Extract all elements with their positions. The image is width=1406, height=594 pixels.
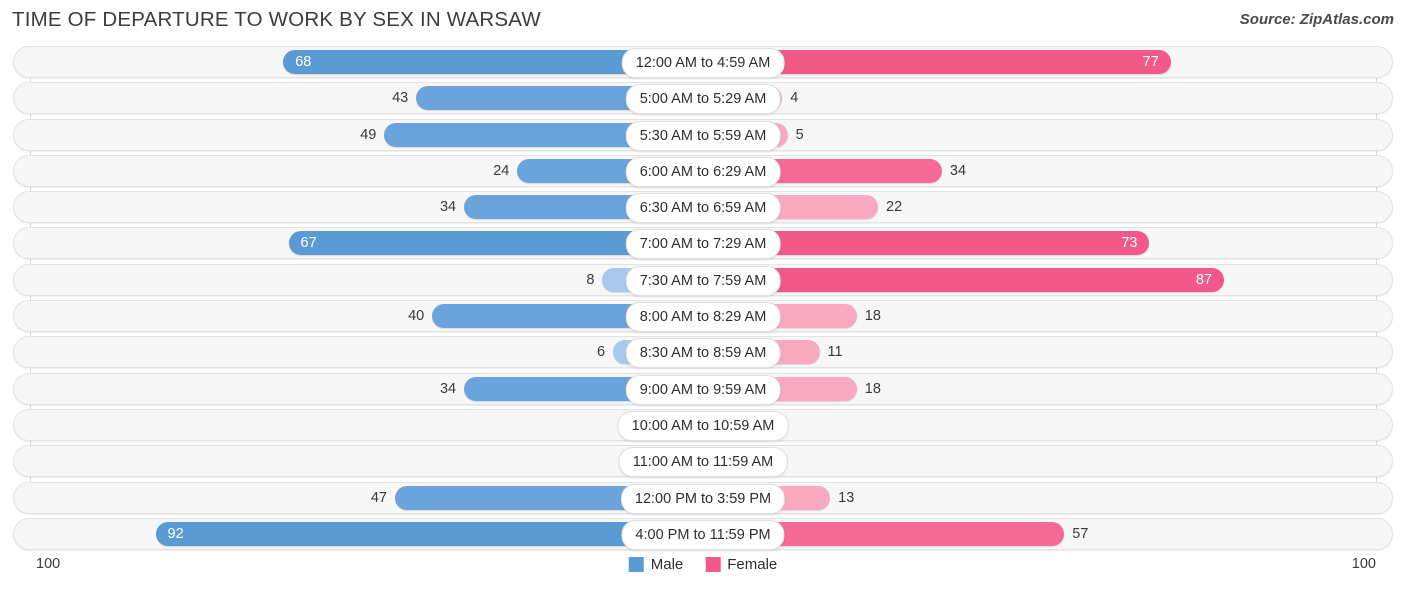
bar-value-male: 24 xyxy=(493,162,510,179)
bar-value-male: 6 xyxy=(597,344,606,361)
legend-swatch-male-icon xyxy=(628,557,644,572)
bar-value-male: 68 xyxy=(295,54,312,70)
bar-value-male: 34 xyxy=(439,199,457,216)
bar-row: 47 13 12:00 PM to 3:59 PM xyxy=(0,481,1406,514)
bar-value-female: 13 xyxy=(838,489,855,506)
axis-max-left: 100 xyxy=(36,556,61,572)
row-category-label: 9:00 AM to 9:59 AM xyxy=(625,374,781,405)
row-category-label: 7:00 AM to 7:29 AM xyxy=(625,229,781,260)
bar-value-female: 18 xyxy=(864,380,881,397)
bar-value-male: 8 xyxy=(586,271,595,288)
bar-row: 6 11 8:30 AM to 8:59 AM xyxy=(0,336,1406,369)
axis-max-right: 100 xyxy=(1351,556,1376,572)
bar-row: 92 57 4:00 PM to 11:59 PM xyxy=(0,517,1406,550)
chart-header: TIME OF DEPARTURE TO WORK BY SEX IN WARS… xyxy=(0,0,1406,42)
bar-value-male: 92 xyxy=(167,525,184,542)
page-title: TIME OF DEPARTURE TO WORK BY SEX IN WARS… xyxy=(12,8,541,31)
chart-legend: Male Female xyxy=(628,556,777,573)
bar-row: 68 77 12:00 AM to 4:59 AM xyxy=(0,46,1406,78)
bar-value-female: 73 xyxy=(1121,235,1138,252)
bar-value-male: 49 xyxy=(360,126,377,143)
bar-value-male: 40 xyxy=(408,308,425,325)
row-category-label: 5:30 AM to 5:59 AM xyxy=(625,120,781,151)
row-category-label: 10:00 AM to 10:59 AM xyxy=(617,410,789,441)
source-attribution: Source: ZipAtlas.com xyxy=(1239,11,1394,28)
bar-value-female: 18 xyxy=(864,308,881,325)
bar-row: 34 22 6:30 AM to 6:59 AM xyxy=(0,191,1406,224)
bar-value-female: 11 xyxy=(827,344,843,361)
row-category-label: 5:00 AM to 5:29 AM xyxy=(625,84,781,115)
bar-value-male: 67 xyxy=(300,235,317,252)
legend-label-female: Female xyxy=(727,556,778,573)
bar-value-female: 5 xyxy=(795,126,804,143)
bar-row: 67 73 7:00 AM to 7:29 AM xyxy=(0,227,1406,260)
bar-value-female: 87 xyxy=(1195,271,1212,288)
bar-rows: 68 77 12:00 AM to 4:59 AM 43 4 5:00 AM to 5:2… xyxy=(0,46,1406,554)
bar-row: 40 18 8:00 AM to 8:29 AM xyxy=(0,300,1406,333)
bar-row: 49 5 5:30 AM to 5:59 AM xyxy=(0,118,1406,151)
row-category-label: 4:00 PM to 11:59 PM xyxy=(621,519,785,550)
bar-value-female: 57 xyxy=(1072,525,1089,542)
bar-row: 0110:00 AM to 10:59 AM xyxy=(0,408,1406,441)
legend-swatch-female-icon xyxy=(705,557,721,572)
bar-value-female: 34 xyxy=(949,162,967,179)
row-category-label: 8:30 AM to 8:59 AM xyxy=(625,338,781,369)
bar-value-female: 77 xyxy=(1142,54,1159,70)
row-category-label: 6:00 AM to 6:29 AM xyxy=(625,156,781,187)
chart-plot-area: 68 77 12:00 AM to 4:59 AM 43 4 5:00 AM to 5:2… xyxy=(0,46,1406,550)
chart-footer: 100 100 Male Female xyxy=(0,556,1406,586)
row-category-label: 6:30 AM to 6:59 AM xyxy=(625,193,781,224)
bar-value-male: 43 xyxy=(392,90,409,107)
row-category-label: 8:00 AM to 8:29 AM xyxy=(625,302,781,333)
row-category-label: 12:00 AM to 4:59 AM xyxy=(621,48,785,78)
bar-row: 0011:00 AM to 11:59 AM xyxy=(0,445,1406,478)
row-category-label: 11:00 AM to 11:59 AM xyxy=(618,447,788,478)
bar-row: 43 4 5:00 AM to 5:29 AM xyxy=(0,82,1406,115)
legend-item-female[interactable]: Female xyxy=(705,556,777,573)
legend-item-male[interactable]: Male xyxy=(628,556,684,573)
bar-value-female: 4 xyxy=(790,90,799,107)
legend-label-male: Male xyxy=(650,556,684,573)
bar-value-male: 34 xyxy=(439,380,457,397)
bar-value-male: 47 xyxy=(370,489,387,506)
bar-row: 8 87 7:30 AM to 7:59 AM xyxy=(0,263,1406,296)
bar-row: 34 18 9:00 AM to 9:59 AM xyxy=(0,372,1406,405)
bar-female[interactable] xyxy=(703,267,1224,292)
row-category-label: 7:30 AM to 7:59 AM xyxy=(625,265,781,296)
bar-row: 24 34 6:00 AM to 6:29 AM xyxy=(0,154,1406,187)
bar-value-female: 22 xyxy=(886,199,903,216)
row-category-label: 12:00 PM to 3:59 PM xyxy=(620,483,786,514)
